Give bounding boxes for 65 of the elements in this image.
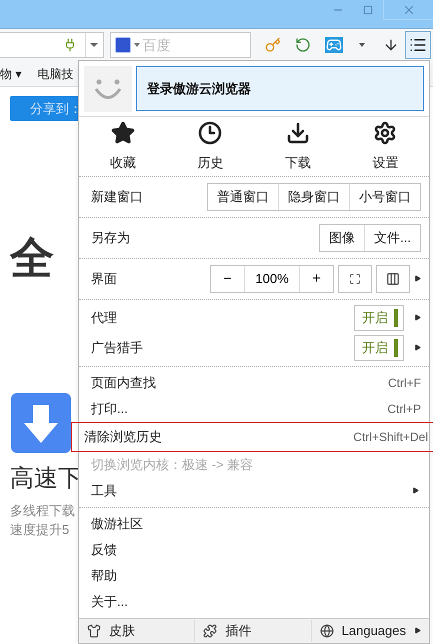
menu-item[interactable]: 帮助 (79, 562, 429, 589)
globe-icon (320, 624, 334, 638)
footer-button[interactable]: 皮肤 (79, 620, 194, 642)
avatar-icon (84, 66, 132, 112)
search-engine-icon[interactable] (114, 37, 131, 53)
menu-label: 另存为 (91, 229, 130, 248)
footer-button[interactable]: 插件 (194, 620, 311, 642)
feature-text: 多线程下载 (10, 502, 75, 520)
menu-item[interactable]: 反馈 (79, 536, 429, 563)
quick-action-button[interactable]: 设置 (342, 117, 429, 176)
bookmark[interactable]: 电脑技 (37, 64, 74, 82)
submenu-arrow-icon (414, 314, 421, 322)
address-field[interactable] (0, 32, 104, 58)
toggle-switch[interactable]: 开启 (354, 304, 404, 331)
menu-label: 广告猎手 (91, 339, 143, 358)
submenu-arrow-icon (414, 627, 421, 634)
menu-item[interactable]: 页面内查找 Ctrl+F (79, 370, 429, 396)
menu-button[interactable] (405, 31, 431, 59)
submenu-arrow-icon (414, 275, 421, 282)
submenu-arrow-icon (412, 487, 419, 494)
login-button[interactable]: 登录傲游云浏览器 (136, 66, 424, 111)
zoom-out-button[interactable]: − (211, 266, 244, 292)
menu-item[interactable]: 关于... (79, 588, 429, 615)
fullscreen-icon (349, 272, 361, 285)
bookmark[interactable]: 物 ▾ (0, 64, 22, 82)
option-button[interactable]: 普通窗口 (208, 184, 278, 210)
star-icon (110, 120, 135, 145)
menu-label: 代理 (91, 309, 117, 328)
search-input[interactable]: 百度 (142, 34, 243, 56)
footer-button[interactable]: Languages (310, 620, 429, 642)
clock-icon (198, 120, 222, 145)
restore-icon (363, 5, 373, 15)
feature-text: 速度提升5 (10, 520, 70, 539)
menu-label: 界面 (91, 270, 117, 288)
zoom-level: 100% (244, 266, 300, 292)
menu-icon (409, 36, 428, 54)
download-app-icon (11, 392, 71, 453)
dropdown-icon[interactable] (359, 43, 366, 47)
menu-item[interactable]: 工具 (79, 478, 429, 504)
puzzle-icon (203, 624, 218, 638)
columns-icon (386, 272, 400, 286)
quick-action-button[interactable]: 下载 (254, 117, 342, 176)
gear-icon (373, 120, 398, 145)
close-button[interactable] (383, 0, 433, 20)
option-button[interactable]: 图像 (320, 224, 364, 251)
option-button[interactable]: 文件... (364, 224, 420, 251)
download-icon (286, 120, 310, 145)
toggle-switch[interactable]: 开启 (354, 334, 404, 361)
search-field[interactable]: 百度 (110, 32, 252, 58)
refresh-icon[interactable] (295, 37, 312, 53)
feature-title: 高速下 (10, 466, 82, 491)
headline: 全 (10, 233, 54, 285)
split-view-button[interactable] (376, 264, 410, 293)
menu-label: 新建窗口 (91, 188, 143, 206)
zoom-in-button[interactable]: + (300, 266, 333, 292)
shirt-icon (87, 624, 101, 638)
option-button[interactable]: 隐身窗口 (278, 184, 349, 210)
menu-item[interactable]: 傲游社区 (79, 510, 429, 537)
key-icon[interactable] (265, 37, 282, 53)
submenu-arrow-icon (414, 344, 421, 352)
menu-item[interactable]: 清除浏览历史 Ctrl+Shift+Del (71, 422, 433, 452)
quick-action-button[interactable]: 历史 (166, 117, 254, 176)
gamepad-icon[interactable] (325, 37, 344, 53)
menu-item[interactable]: 打印... Ctrl+P (79, 396, 429, 422)
option-button[interactable]: 小号窗口 (349, 184, 420, 210)
